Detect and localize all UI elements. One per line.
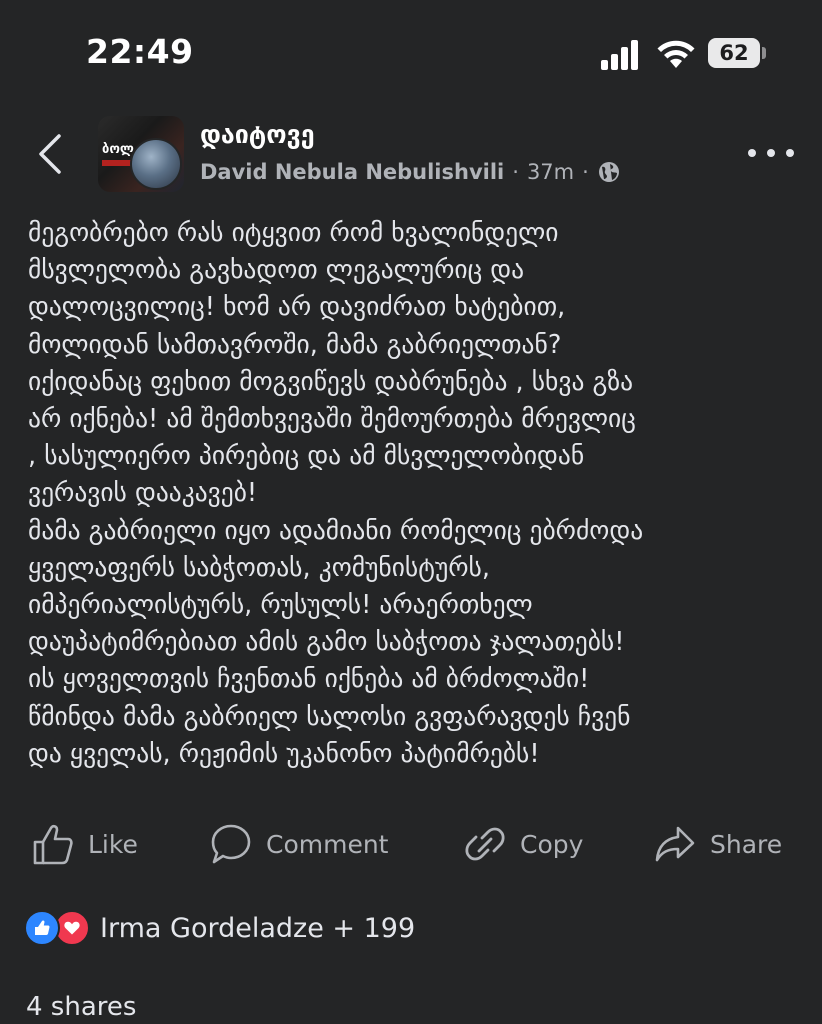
post-time[interactable]: 37m bbox=[527, 160, 574, 184]
globe-icon bbox=[597, 160, 621, 184]
more-dots-icon bbox=[748, 149, 756, 157]
post-line: ვერავის დააკავებ! bbox=[28, 478, 258, 509]
post-line: მამა გაბრიელი იყო ადამიანი რომელიც ებრძო… bbox=[28, 515, 644, 546]
author-name[interactable]: David Nebula Nebulishvili bbox=[200, 160, 504, 184]
post-line: ყველაფერს საბჭოთას, კომუნისტურს, bbox=[28, 552, 490, 583]
status-time: 22:49 bbox=[86, 32, 194, 71]
post-line: , სასულიერო პირებიც და ამ მსვლელობიდან bbox=[28, 441, 585, 472]
wifi-icon bbox=[656, 38, 696, 70]
copy-button[interactable]: Copy bbox=[464, 818, 583, 870]
post-actions: Like Comment Copy Share bbox=[0, 818, 822, 870]
like-reaction-icon bbox=[24, 910, 60, 946]
post-line: მოლიდან სამთავროში, მამა გაბრიელთან? bbox=[28, 329, 562, 360]
post-line: და ყველას, რეჟიმის უკანონო პატიმრებს! bbox=[28, 738, 540, 769]
post-line: წმინდა მამა გაბრიელ სალოსი გვფარავდეს ჩვ… bbox=[28, 701, 631, 732]
post-line: არ იქნება! ამ შემთხვევაში შემოურთება მრე… bbox=[28, 404, 636, 435]
post-line: იქიდანაც ფეხით მოგვიწევს დაბრუნება , სხვ… bbox=[28, 366, 634, 397]
comment-button[interactable]: Comment bbox=[210, 818, 389, 870]
post-line: მსვლელობა გავხადოთ ლეგალურიც და bbox=[28, 255, 525, 286]
battery-nub bbox=[762, 47, 766, 59]
back-button[interactable] bbox=[30, 128, 70, 180]
post-line: იმპერიალისტურს, რუსულს! არაერთხელ bbox=[28, 590, 533, 621]
reactions-text: Irma Gordeladze + 199 bbox=[100, 912, 416, 944]
post-text: მეგობრებო რას იტყვით რომ ხვალინდელი მსვლ… bbox=[28, 215, 803, 773]
like-label: Like bbox=[88, 829, 138, 859]
group-name[interactable]: დაიტოვე bbox=[200, 120, 315, 149]
status-bar: 22:49 62 bbox=[0, 0, 822, 100]
post-line: დალოცვილიც! ხომ არ დავიძრათ ხატებით, bbox=[28, 292, 566, 323]
avatar-text: ბოლ bbox=[102, 142, 134, 157]
more-dots-icon bbox=[786, 149, 794, 157]
like-button[interactable]: Like bbox=[32, 818, 138, 870]
signal-icon bbox=[601, 40, 643, 70]
comment-label: Comment bbox=[266, 829, 389, 859]
post-line: ის ყოველთვის ჩვენთან იქნება ამ ბრძოლაში! bbox=[28, 664, 590, 695]
post-meta: David Nebula Nebulishvili · 37m · bbox=[200, 160, 621, 184]
share-arrow-icon bbox=[655, 826, 695, 862]
meta-separator: · bbox=[512, 160, 519, 184]
reactions-summary[interactable]: Irma Gordeladze + 199 bbox=[24, 908, 415, 948]
more-dots-icon bbox=[767, 149, 775, 157]
meta-separator: · bbox=[582, 160, 589, 184]
post-line: დაუპატიმრებიათ ამის გამო საბჭოთა ჯალათებ… bbox=[28, 627, 625, 658]
author-avatar[interactable] bbox=[130, 138, 182, 190]
more-options-button[interactable] bbox=[748, 138, 794, 168]
link-icon bbox=[465, 827, 505, 861]
shares-count[interactable]: 4 shares bbox=[26, 992, 136, 1022]
battery-icon: 62 bbox=[708, 38, 760, 68]
share-label: Share bbox=[710, 829, 783, 859]
thumbs-up-icon bbox=[33, 824, 73, 865]
copy-label: Copy bbox=[520, 829, 584, 859]
post-line: მეგობრებო რას იტყვით რომ ხვალინდელი bbox=[28, 218, 559, 248]
chevron-left-icon bbox=[39, 134, 61, 174]
group-avatar[interactable]: ბოლ bbox=[98, 116, 184, 192]
share-button[interactable]: Share bbox=[654, 818, 782, 870]
facebook-post-screen: 22:49 62 ბოლ დაიტოვე David Nebula Nebuli bbox=[0, 0, 822, 1024]
comment-bubble-icon bbox=[211, 824, 251, 864]
